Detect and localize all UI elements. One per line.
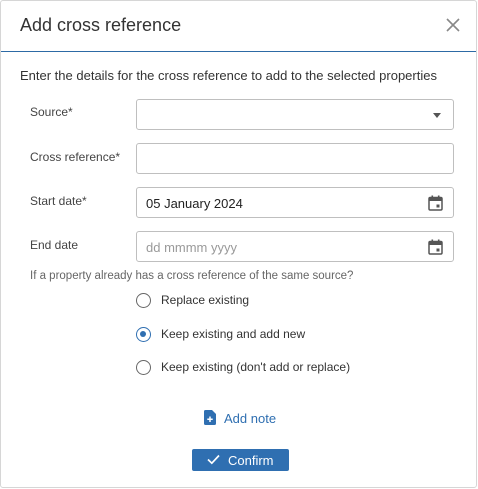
caret-down-icon <box>433 113 441 118</box>
radio-label: Keep existing (don't add or replace) <box>161 360 351 374</box>
dialog-title: Add cross reference <box>20 15 182 35</box>
radio-button[interactable] <box>136 293 151 308</box>
radio-button-selected[interactable] <box>136 327 151 342</box>
add-cross-reference-dialog: Add cross reference Enter the details fo… <box>0 0 477 488</box>
dialog-intro: Enter the details for the cross referenc… <box>20 68 437 83</box>
end-date-label: End date <box>30 238 79 252</box>
close-icon[interactable] <box>444 16 462 34</box>
end-date-field <box>136 231 454 262</box>
source-select[interactable] <box>136 99 454 130</box>
add-note-icon <box>204 410 216 425</box>
calendar-icon[interactable] <box>428 195 443 211</box>
cross-reference-input[interactable] <box>146 150 416 168</box>
start-date-input[interactable] <box>146 194 416 212</box>
cross-reference-label: Cross reference* <box>30 150 121 164</box>
confirm-button[interactable]: Confirm <box>192 449 289 471</box>
confirm-label: Confirm <box>228 453 274 468</box>
add-note-label: Add note <box>224 411 277 426</box>
conflict-question: If a property already has a cross refere… <box>30 270 354 282</box>
source-label: Source* <box>30 105 73 119</box>
radio-label: Keep existing and add new <box>161 327 306 341</box>
radio-label: Replace existing <box>161 293 250 307</box>
cross-reference-field <box>136 143 454 174</box>
radio-button[interactable] <box>136 360 151 375</box>
calendar-icon[interactable] <box>428 239 443 255</box>
start-date-label: Start date* <box>30 194 87 208</box>
start-date-field <box>136 187 454 218</box>
end-date-input[interactable] <box>146 238 416 256</box>
check-icon <box>207 454 220 465</box>
dialog-header: Add cross reference <box>1 1 476 52</box>
